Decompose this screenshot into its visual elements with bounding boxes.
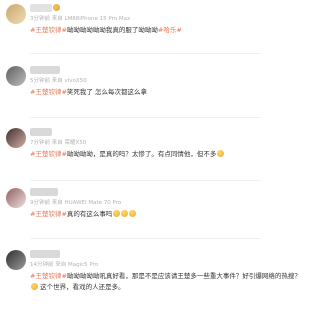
comment-item: 9分钟前 来自 HUAWEI Mate 70 Pro #王楚钦律#真的有这么事吗: [0, 188, 261, 239]
comment-body: 真的有这么事吗: [66, 210, 113, 218]
topic-tag[interactable]: #王楚钦律#: [30, 272, 67, 280]
divider: [30, 53, 261, 54]
avatar[interactable]: [6, 188, 26, 208]
avatar[interactable]: [6, 66, 26, 86]
smile-emoji-icon: [121, 210, 129, 217]
badge-icon: [53, 4, 60, 11]
comment-body: 呦呦呦呦呦吼真好看，那是不是应该请王楚多一些重大事件？好引爆网络的热搜？: [66, 272, 301, 280]
comment-meta: 5分钟前 来自 vivoX50: [30, 78, 87, 84]
topic-tag[interactable]: #王楚钦律#: [30, 88, 67, 96]
avatar[interactable]: [6, 128, 26, 148]
comment-meta: 3分钟前 来自 LM88iPhone 15 Pro Max: [30, 16, 131, 22]
comment-text: #王楚钦律#呦呦呦呦呦呦我真的服了呦呦呦#哈乐#: [30, 26, 255, 35]
comment-text: #王楚钦律#呦呦呦呦，是真的吗？太惨了。有点同情他，但不多: [30, 150, 255, 159]
comment-text: #王楚钦律#笑死我了 怎么每次都这么拿: [30, 88, 255, 97]
divider: [30, 180, 261, 181]
smile-emoji-icon: [113, 210, 121, 217]
avatar[interactable]: [6, 250, 26, 270]
username[interactable]: [30, 128, 52, 136]
topic-tag[interactable]: #王楚钦律#: [30, 210, 67, 218]
username[interactable]: [30, 66, 60, 74]
divider: [30, 117, 261, 118]
comment-meta: 7分钟前 来自 荣耀X50: [30, 140, 87, 146]
smile-emoji-icon: [31, 283, 38, 290]
avatar[interactable]: [6, 4, 26, 24]
smile-emoji-icon: [129, 210, 137, 217]
smile-emoji-icon: [217, 150, 225, 157]
comment-meta: 14分钟前 来自 Magic5 Pro: [30, 262, 99, 268]
comment-body: 呦呦呦呦，是真的吗？太惨了。有点同情他，但不多: [66, 150, 217, 158]
topic-tag[interactable]: #王楚钦律#: [30, 150, 67, 158]
username[interactable]: [30, 188, 58, 196]
comment-text-line-2: 这个世界，看戏的人还是多。: [30, 283, 255, 292]
topic-tag[interactable]: #王楚钦律#: [30, 26, 67, 34]
comment-body-line-2: 这个世界，看戏的人还是多。: [40, 283, 125, 291]
comment-item: 14分钟前 来自 Magic5 Pro #王楚钦律#呦呦呦呦呦吼真好看，那是不是…: [0, 250, 301, 308]
topic-tag-2[interactable]: #哈乐#: [158, 26, 182, 34]
comment-body: 笑死我了 怎么每次都这么拿: [66, 88, 147, 96]
username[interactable]: [30, 4, 52, 12]
divider: [30, 238, 261, 239]
comment-meta: 9分钟前 来自 HUAWEI Mate 70 Pro: [30, 200, 122, 206]
comment-text: #王楚钦律#真的有这么事吗: [30, 210, 255, 219]
comment-item: 3分钟前 来自 LM88iPhone 15 Pro Max #王楚钦律#呦呦呦呦…: [0, 4, 261, 54]
comment-item: 7分钟前 来自 荣耀X50 #王楚钦律#呦呦呦呦，是真的吗？太惨了。有点同情他，…: [0, 128, 261, 181]
comment-text: #王楚钦律#呦呦呦呦呦吼真好看，那是不是应该请王楚多一些重大事件？好引爆网络的热…: [30, 272, 301, 281]
comment-item: 5分钟前 来自 vivoX50 #王楚钦律#笑死我了 怎么每次都这么拿: [0, 66, 261, 118]
comment-body: 呦呦呦呦呦呦我真的服了呦呦呦: [66, 26, 158, 34]
username[interactable]: [30, 250, 60, 258]
